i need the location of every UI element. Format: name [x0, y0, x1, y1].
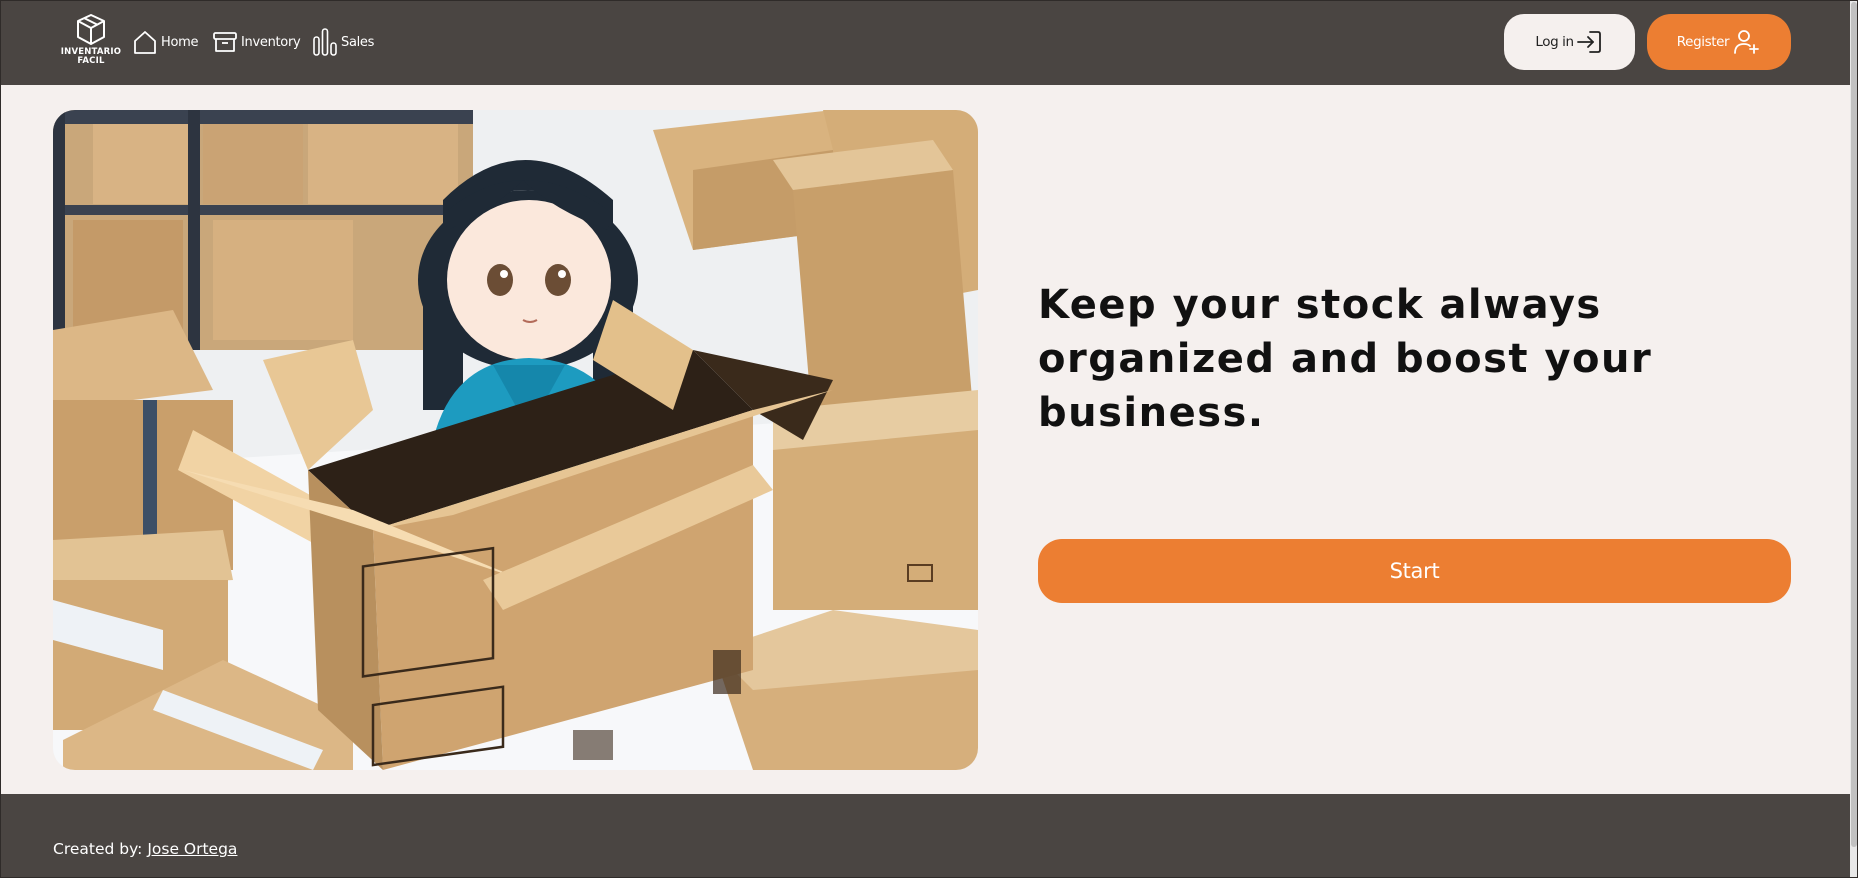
logo-text-line2: FACIL — [77, 56, 105, 66]
register-button[interactable]: Register — [1647, 14, 1791, 70]
bar-chart-icon — [313, 28, 337, 56]
nav-home[interactable]: Home — [132, 26, 199, 58]
nav-sales[interactable]: Sales — [312, 26, 374, 58]
footer-credit: Created by: Jose Ortega — [53, 840, 237, 858]
house-icon — [134, 31, 156, 54]
top-navbar: INVENTARIO FACIL Home Inventory Sales Lo… — [0, 0, 1850, 85]
footer-created-label: Created by: — [53, 840, 143, 858]
page-scrollbar[interactable] — [1850, 0, 1858, 878]
hero-headline: Keep your stock always organized and boo… — [1038, 282, 1653, 436]
start-button-label: Start — [1389, 559, 1440, 583]
nav-inventory[interactable]: Inventory — [212, 26, 301, 58]
login-button[interactable]: Log in — [1504, 14, 1635, 70]
nav-inventory-label: Inventory — [241, 34, 301, 50]
hero-illustration — [53, 110, 978, 770]
brand-logo[interactable]: INVENTARIO FACIL — [60, 12, 122, 72]
author-link[interactable]: Jose Ortega — [147, 840, 237, 858]
login-button-label: Log in — [1535, 34, 1574, 50]
box-logo-icon — [77, 14, 105, 45]
start-button[interactable]: Start — [1038, 539, 1791, 603]
login-arrow-icon — [1576, 31, 1601, 53]
footer: Created by: Jose Ortega — [0, 794, 1850, 878]
scrollbar-thumb[interactable] — [1851, 2, 1857, 847]
archive-box-icon — [213, 32, 237, 52]
user-plus-icon — [1734, 30, 1760, 54]
register-button-label: Register — [1676, 34, 1730, 50]
nav-sales-label: Sales — [341, 34, 375, 50]
nav-home-label: Home — [161, 34, 199, 50]
